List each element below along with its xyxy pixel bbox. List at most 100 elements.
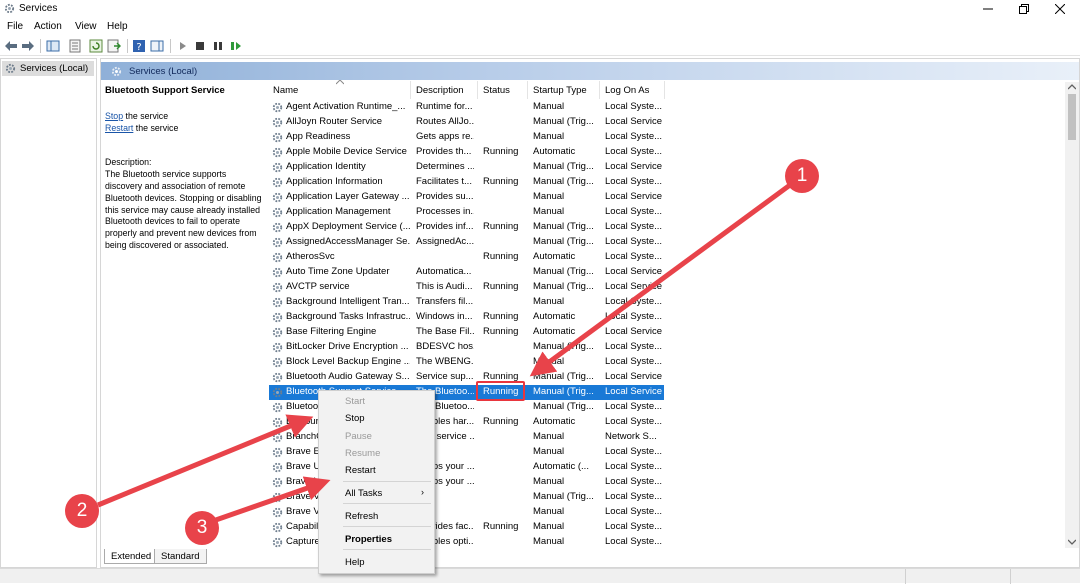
cell-status: Running [483,326,519,337]
menu-item-start[interactable]: Start [345,396,365,407]
cell-startup-type: Manual [533,536,565,547]
restart-service-link[interactable]: Restart [105,123,133,133]
scroll-down-icon[interactable] [1068,539,1076,545]
column-header-log-on-as[interactable]: Log On As [605,85,649,96]
table-row[interactable]: Application Management Processes in... Man… [269,205,669,220]
table-row[interactable]: Bluetooth Audio Gateway S... Service sup.… [269,370,669,385]
table-row[interactable]: Background Intelligent Tran... Transfers … [269,295,669,310]
tab-standard[interactable]: Standard [154,549,207,564]
tab-extended[interactable]: Extended [104,549,159,564]
cell-log-on-as: Local Syste... [605,221,663,232]
service-gear-icon [272,372,283,383]
restart-service-icon[interactable] [229,39,243,53]
cell-description: Determines ... [416,161,474,172]
scroll-up-icon[interactable] [1068,84,1076,90]
menu-item-stop[interactable]: Stop [345,413,365,424]
table-row[interactable]: AssignedAccessManager Se... AssignedAc...… [269,235,669,250]
cell-name: Application Identity [286,161,366,172]
column-header-name[interactable]: Name [273,85,298,96]
table-row[interactable]: Application Information Facilitates t... R… [269,175,669,190]
cell-log-on-as: Local Syste... [605,461,663,472]
table-row[interactable]: AppX Deployment Service (... Provides inf… [269,220,669,235]
export-list-icon[interactable] [107,39,121,53]
cell-log-on-as: Local Service [605,161,663,172]
cell-name: AppX Deployment Service (... [286,221,410,232]
column-header-startup-type[interactable]: Startup Type [533,85,587,96]
menu-file[interactable]: File [7,21,23,32]
table-row[interactable]: AtherosSvc Running Automatic Local Syste... [269,250,669,265]
cell-name: Apple Mobile Device Service [286,146,407,157]
cell-log-on-as: Local Syste... [605,236,663,247]
service-gear-icon [272,357,283,368]
stop-service-icon[interactable] [193,39,207,53]
cell-log-on-as: Local Syste... [605,131,663,142]
refresh-icon[interactable] [89,39,103,53]
cell-name: Application Layer Gateway ... [286,191,410,202]
table-row[interactable]: Background Tasks Infrastruc... Windows in… [269,310,669,325]
cell-startup-type: Automatic (... [533,461,589,472]
menu-action[interactable]: Action [34,21,62,32]
menu-item-restart[interactable]: Restart [345,465,376,476]
table-row[interactable]: Base Filtering Engine The Base Fil... Runn… [269,325,669,340]
menu-item-all-tasks[interactable]: All Tasks [345,488,382,499]
cell-startup-type: Automatic [533,311,576,322]
menu-item-help[interactable]: Help [345,557,365,568]
properties-sheet-icon[interactable] [68,39,82,53]
main-pane: Services (Local) Bluetooth Support Servi… [100,58,1080,568]
table-row[interactable]: AVCTP service This is Audi... Running Manua… [269,280,669,295]
back-arrow-icon[interactable] [4,39,18,53]
cell-startup-type: Manual (Trig... [533,236,594,247]
service-title: Bluetooth Support Service [105,85,225,96]
table-row[interactable]: Application Layer Gateway ... Provides su… [269,190,669,205]
cell-log-on-as: Network S... [605,431,657,442]
start-service-icon[interactable] [176,39,190,53]
close-button[interactable] [1049,1,1071,17]
forward-arrow-icon[interactable] [21,39,35,53]
cell-log-on-as: Local Syste... [605,401,663,412]
tree-item-services-local[interactable]: Services (Local) [2,61,94,76]
cell-log-on-as: Local Service [605,281,663,292]
column-header-status[interactable]: Status [483,85,510,96]
cell-name: AssignedAccessManager Se... [286,236,410,247]
table-row[interactable]: Block Level Backup Engine ... The WBENG..… [269,355,669,370]
table-row[interactable]: AllJoyn Router Service Routes AllJo... Man… [269,115,669,130]
table-row[interactable]: App Readiness Gets apps re... Manual Local … [269,130,669,145]
table-row[interactable]: Apple Mobile Device Service Provides th..… [269,145,669,160]
menu-item-refresh[interactable]: Refresh [345,511,378,522]
restore-button[interactable] [1013,1,1035,17]
description-text: The Bluetooth service supports discovery… [105,169,262,250]
minimize-button[interactable] [977,1,999,17]
stop-service-link[interactable]: Stop [105,111,123,121]
service-gear-icon [272,522,283,533]
cell-startup-type: Manual [533,506,565,517]
stop-link-suffix: the service [123,110,169,121]
show-hide-tree-icon[interactable] [46,39,60,53]
menu-item-properties[interactable]: Properties [345,534,392,545]
cell-description: Provides inf... [416,221,474,232]
cell-startup-type: Manual [533,521,565,532]
table-row[interactable]: BitLocker Drive Encryption ... BDESVC hos… [269,340,669,355]
show-action-pane-icon[interactable] [150,39,164,53]
help-icon[interactable]: ? [132,39,146,53]
table-row[interactable]: Application Identity Determines ... Manual… [269,160,669,175]
close-icon [1055,4,1065,14]
pause-service-icon[interactable] [211,39,225,53]
cell-startup-type: Manual (Trig... [533,116,594,127]
vertical-scrollbar[interactable] [1065,82,1079,548]
table-row[interactable]: Agent Activation Runtime_... Runtime for.… [269,100,669,115]
service-gear-icon [272,237,283,248]
cell-log-on-as: Local Syste... [605,101,663,112]
table-row[interactable]: Auto Time Zone Updater Automatica... Manua… [269,265,669,280]
menu-help[interactable]: Help [107,21,128,32]
column-header-description[interactable]: Description [416,85,464,96]
menu-item-resume[interactable]: Resume [345,448,380,459]
cell-log-on-as: Local Syste... [605,491,663,502]
service-gear-icon [272,387,283,398]
cell-name: Auto Time Zone Updater [286,266,390,277]
menu-item-pause[interactable]: Pause [345,431,372,442]
cell-description: Gets apps re... [416,131,474,142]
menu-view[interactable]: View [75,21,97,32]
scrollbar-thumb[interactable] [1068,94,1076,140]
service-gear-icon [272,462,283,473]
cell-startup-type: Manual [533,206,565,217]
